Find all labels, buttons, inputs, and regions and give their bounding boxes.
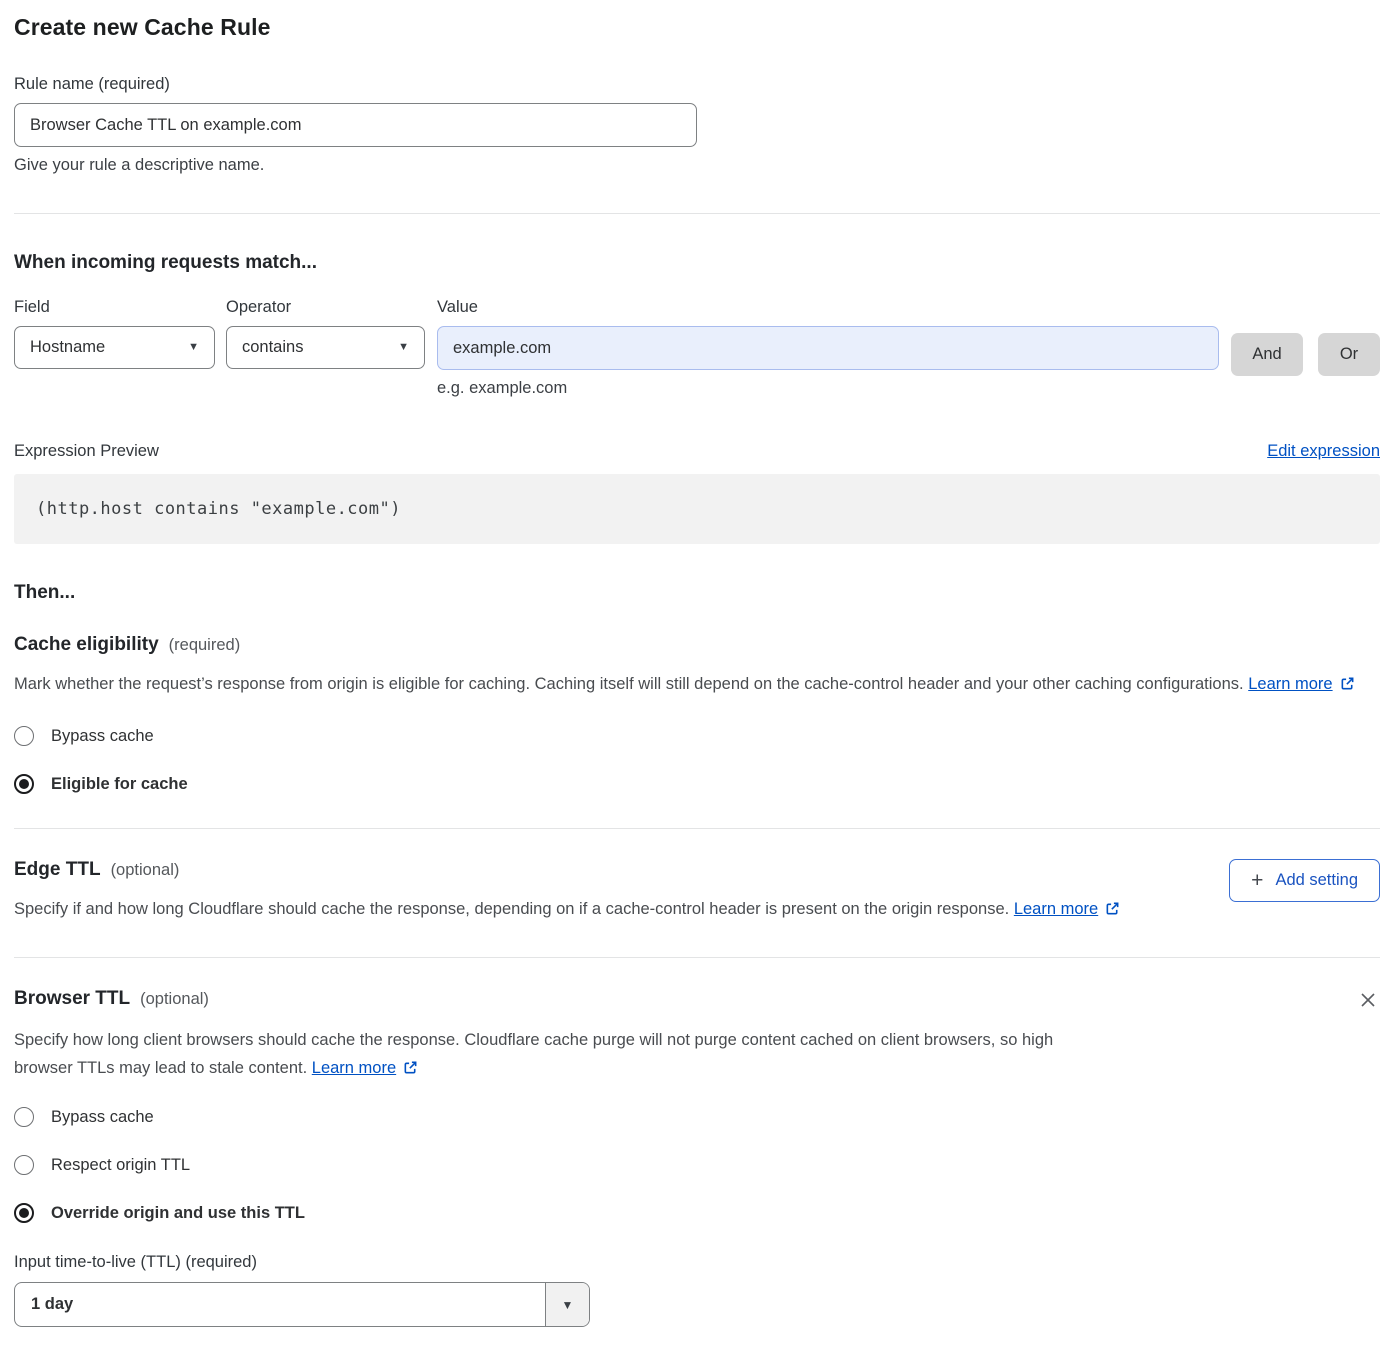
create-cache-rule-form: Create new Cache Rule Rule name (require…: [0, 0, 1400, 1327]
radio-circle-icon: [14, 1155, 34, 1175]
close-icon: [1358, 990, 1378, 1010]
browser-ttl-description: Specify how long client browsers should …: [14, 1026, 1109, 1082]
browser-ttl-qualifier: (optional): [140, 990, 209, 1009]
radio-circle-icon: [14, 726, 34, 746]
radio-override-origin-ttl[interactable]: Override origin and use this TTL: [14, 1203, 1380, 1223]
ttl-select-value: 1 day: [15, 1283, 545, 1326]
external-link-icon: [1340, 676, 1355, 691]
plus-icon: +: [1251, 870, 1263, 891]
expression-preview-row: Expression Preview Edit expression: [14, 442, 1380, 461]
radio-circle-icon: [14, 774, 34, 794]
cache-eligibility-description: Mark whether the request’s response from…: [14, 670, 1359, 698]
value-label: Value: [437, 298, 1219, 317]
cache-eligibility-learn-more-link[interactable]: Learn more: [1248, 675, 1354, 693]
radio-respect-origin-ttl[interactable]: Respect origin TTL: [14, 1155, 1380, 1175]
edge-ttl-qualifier: (optional): [111, 861, 180, 880]
radio-eligible-for-cache[interactable]: Eligible for cache: [14, 774, 1380, 794]
radio-circle-icon: [14, 1203, 34, 1223]
ttl-label: Input time-to-live (TTL) (required): [14, 1253, 1380, 1272]
radio-label: Bypass cache: [51, 727, 154, 746]
section-divider: [14, 828, 1380, 829]
external-link-icon: [403, 1060, 418, 1075]
cache-eligibility-qualifier: (required): [169, 636, 241, 655]
operator-label: Operator: [226, 298, 425, 317]
edit-expression-link[interactable]: Edit expression: [1267, 442, 1380, 461]
operator-column: Operator contains ▼: [226, 298, 425, 369]
browser-ttl-title: Browser TTL: [14, 988, 130, 1010]
browser-ttl-learn-more-link[interactable]: Learn more: [312, 1059, 418, 1077]
chevron-down-icon: ▼: [398, 342, 409, 353]
then-heading: Then...: [14, 582, 1380, 604]
radio-label: Eligible for cache: [51, 775, 188, 794]
browser-ttl-heading: Browser TTL (optional): [14, 988, 209, 1010]
rule-name-help: Give your rule a descriptive name.: [14, 156, 1380, 175]
value-help: e.g. example.com: [437, 379, 1219, 398]
field-select-value: Hostname: [30, 338, 105, 357]
close-browser-ttl-button[interactable]: [1356, 988, 1380, 1012]
radio-bypass-cache[interactable]: Bypass cache: [14, 726, 1380, 746]
edge-ttl-description-text: Specify if and how long Cloudflare shoul…: [14, 900, 1009, 918]
cache-eligibility-title-row: Cache eligibility (required): [14, 634, 1380, 656]
field-label: Field: [14, 298, 215, 317]
operator-select-value: contains: [242, 338, 303, 357]
section-divider: [14, 213, 1380, 214]
edge-ttl-title: Edge TTL: [14, 859, 101, 881]
edge-ttl-description: Specify if and how long Cloudflare shoul…: [14, 895, 1120, 923]
or-button[interactable]: Or: [1318, 333, 1380, 376]
learn-more-label: Learn more: [1248, 675, 1332, 693]
match-heading: When incoming requests match...: [14, 252, 1380, 274]
browser-ttl-title-row: Browser TTL (optional): [14, 988, 1380, 1012]
edge-ttl-title-row: Edge TTL (optional): [14, 859, 1120, 881]
rule-name-input[interactable]: [14, 103, 697, 147]
and-button[interactable]: And: [1231, 333, 1303, 376]
match-condition-row: Field Hostname ▼ Operator contains ▼ Val…: [14, 298, 1380, 398]
radio-browser-bypass-cache[interactable]: Bypass cache: [14, 1107, 1380, 1127]
cache-eligibility-description-text: Mark whether the request’s response from…: [14, 675, 1244, 693]
field-column: Field Hostname ▼: [14, 298, 215, 369]
radio-label: Bypass cache: [51, 1108, 154, 1127]
external-link-icon: [1105, 901, 1120, 916]
radio-circle-icon: [14, 1107, 34, 1127]
field-select[interactable]: Hostname ▼: [14, 326, 215, 369]
add-setting-label: Add setting: [1275, 871, 1358, 890]
section-divider: [14, 957, 1380, 958]
value-input[interactable]: [437, 326, 1219, 370]
browser-ttl-description-text: Specify how long client browsers should …: [14, 1031, 1053, 1077]
operator-select[interactable]: contains ▼: [226, 326, 425, 369]
expression-preview-label: Expression Preview: [14, 442, 159, 461]
learn-more-label: Learn more: [312, 1059, 396, 1077]
chevron-down-icon: ▼: [188, 342, 199, 353]
ttl-select[interactable]: 1 day ▼: [14, 1282, 590, 1327]
edge-ttl-content: Edge TTL (optional) Specify if and how l…: [14, 859, 1120, 923]
value-column: Value e.g. example.com: [437, 298, 1219, 398]
edge-ttl-section: Edge TTL (optional) Specify if and how l…: [14, 859, 1380, 923]
cache-eligibility-title: Cache eligibility: [14, 634, 159, 656]
radio-label: Override origin and use this TTL: [51, 1204, 305, 1223]
chevron-down-icon: ▼: [545, 1283, 589, 1326]
page-title: Create new Cache Rule: [14, 14, 1380, 41]
rule-name-label: Rule name (required): [14, 75, 1380, 94]
add-setting-button[interactable]: + Add setting: [1229, 859, 1380, 902]
expression-code: (http.host contains "example.com"): [36, 499, 401, 519]
edge-ttl-learn-more-link[interactable]: Learn more: [1014, 900, 1120, 918]
expression-code-block: (http.host contains "example.com"): [14, 474, 1380, 544]
learn-more-label: Learn more: [1014, 900, 1098, 918]
radio-label: Respect origin TTL: [51, 1156, 190, 1175]
